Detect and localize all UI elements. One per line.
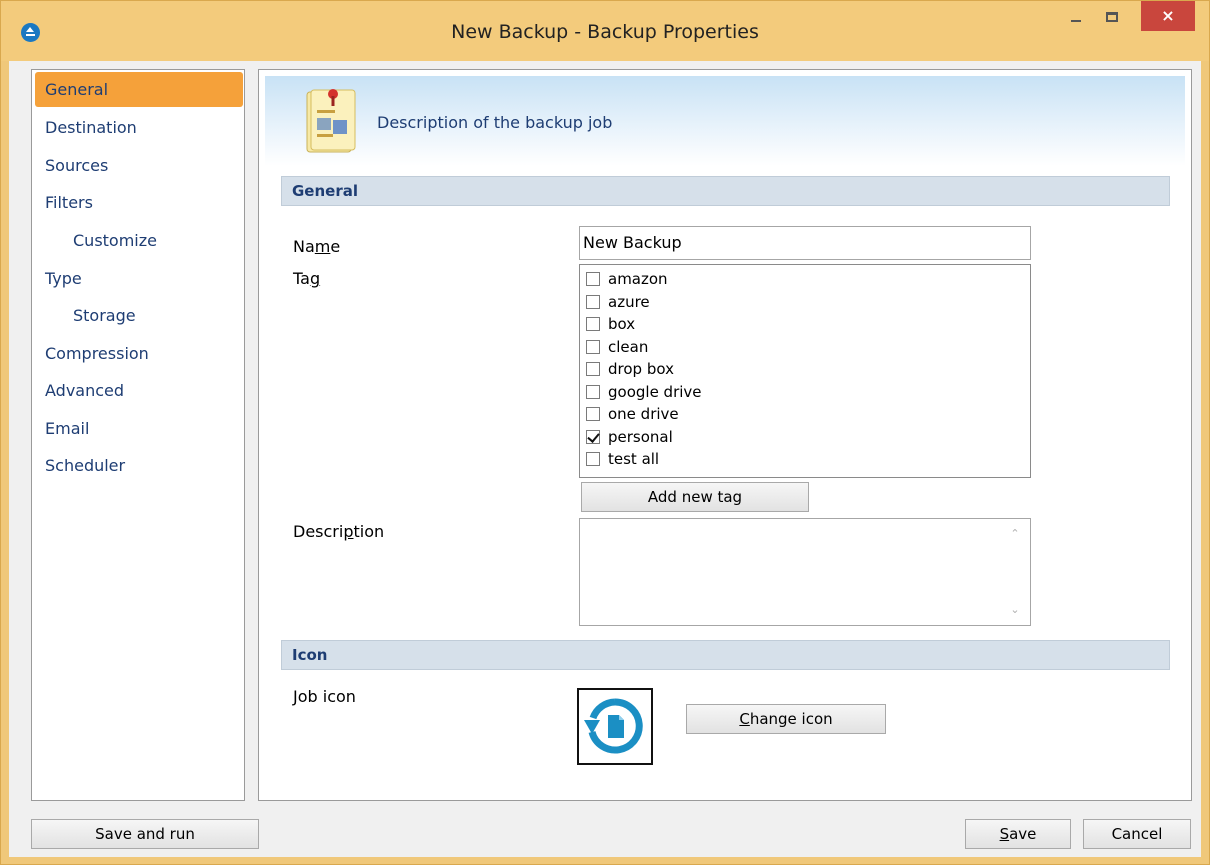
section-header-general: General <box>281 176 1170 206</box>
sidebar-item-compression[interactable]: Compression <box>35 336 243 371</box>
job-icon-label: Job icon <box>293 687 356 706</box>
maximize-icon <box>1106 11 1118 22</box>
dialog-window: New Backup - Backup Properties × General… <box>0 0 1210 865</box>
tag-item-clean[interactable]: clean <box>580 336 1030 359</box>
checkbox[interactable] <box>586 407 600 421</box>
checkbox[interactable] <box>586 317 600 331</box>
close-icon: × <box>1161 6 1175 25</box>
sidebar-item-scheduler[interactable]: Scheduler <box>35 448 243 483</box>
sidebar-item-type[interactable]: Type <box>35 261 243 296</box>
tag-item-azure[interactable]: azure <box>580 291 1030 314</box>
sidebar-item-general[interactable]: General <box>35 72 243 107</box>
clipboard-note-icon <box>306 89 356 153</box>
sidebar-nav: General Destination Sources Filters Cust… <box>31 69 245 801</box>
sidebar-item-storage[interactable]: Storage <box>35 298 243 333</box>
dialog-client-area: General Destination Sources Filters Cust… <box>9 61 1201 857</box>
tag-item-google-drive[interactable]: google drive <box>580 381 1030 404</box>
sidebar-item-advanced[interactable]: Advanced <box>35 373 243 408</box>
title-bar[interactable]: New Backup - Backup Properties × <box>1 1 1209 61</box>
sidebar-item-sources[interactable]: Sources <box>35 148 243 183</box>
change-icon-button[interactable]: Change icon <box>686 704 886 734</box>
scroll-up-icon[interactable]: ⌃ <box>1010 528 1020 539</box>
page-banner: Description of the backup job <box>265 76 1185 166</box>
tag-label: Tag <box>293 269 321 288</box>
save-button[interactable]: Save <box>965 819 1071 849</box>
checkbox[interactable] <box>586 384 600 399</box>
sidebar-item-destination[interactable]: Destination <box>35 110 243 145</box>
window-title: New Backup - Backup Properties <box>451 21 759 43</box>
maximize-button[interactable] <box>1095 1 1129 31</box>
minimize-button[interactable] <box>1059 1 1093 31</box>
name-field[interactable]: New Backup <box>579 226 1031 260</box>
checkbox[interactable] <box>586 272 600 286</box>
backup-restore-document-icon <box>584 698 643 754</box>
checkbox[interactable] <box>586 339 600 354</box>
minimize-icon <box>1071 19 1081 22</box>
scroll-down-icon[interactable]: ⌄ <box>1010 604 1020 615</box>
checkbox[interactable] <box>586 452 600 466</box>
description-label: Description <box>293 522 385 541</box>
checkbox[interactable] <box>586 362 600 376</box>
properties-panel: Description of the backup job General Na… <box>258 69 1192 801</box>
tag-item-drop-box[interactable]: drop box <box>580 358 1030 381</box>
sidebar-item-email[interactable]: Email <box>35 411 243 446</box>
add-new-tag-button[interactable]: Add new tag <box>581 482 809 512</box>
tag-item-personal[interactable]: personal <box>580 426 1030 449</box>
close-button[interactable]: × <box>1141 1 1195 31</box>
sidebar-item-filters[interactable]: Filters <box>35 185 243 220</box>
cancel-button[interactable]: Cancel <box>1083 819 1191 849</box>
tag-checklist: amazon azure box clean drop box google d… <box>579 264 1031 478</box>
checkbox-checked[interactable] <box>586 429 600 444</box>
section-header-icon: Icon <box>281 640 1170 670</box>
sidebar-item-customize[interactable]: Customize <box>35 223 243 258</box>
tag-item-one-drive[interactable]: one drive <box>580 403 1030 426</box>
tag-item-amazon[interactable]: amazon <box>580 268 1030 291</box>
description-textarea[interactable]: ⌃ ⌄ <box>579 518 1031 626</box>
banner-description: Description of the backup job <box>377 113 613 132</box>
name-label: Name <box>293 237 341 256</box>
save-and-run-button[interactable]: Save and run <box>31 819 259 849</box>
tag-item-box[interactable]: box <box>580 313 1030 336</box>
job-icon-preview[interactable] <box>577 688 653 765</box>
checkbox[interactable] <box>586 294 600 309</box>
tag-item-test-all[interactable]: test all <box>580 448 1030 471</box>
